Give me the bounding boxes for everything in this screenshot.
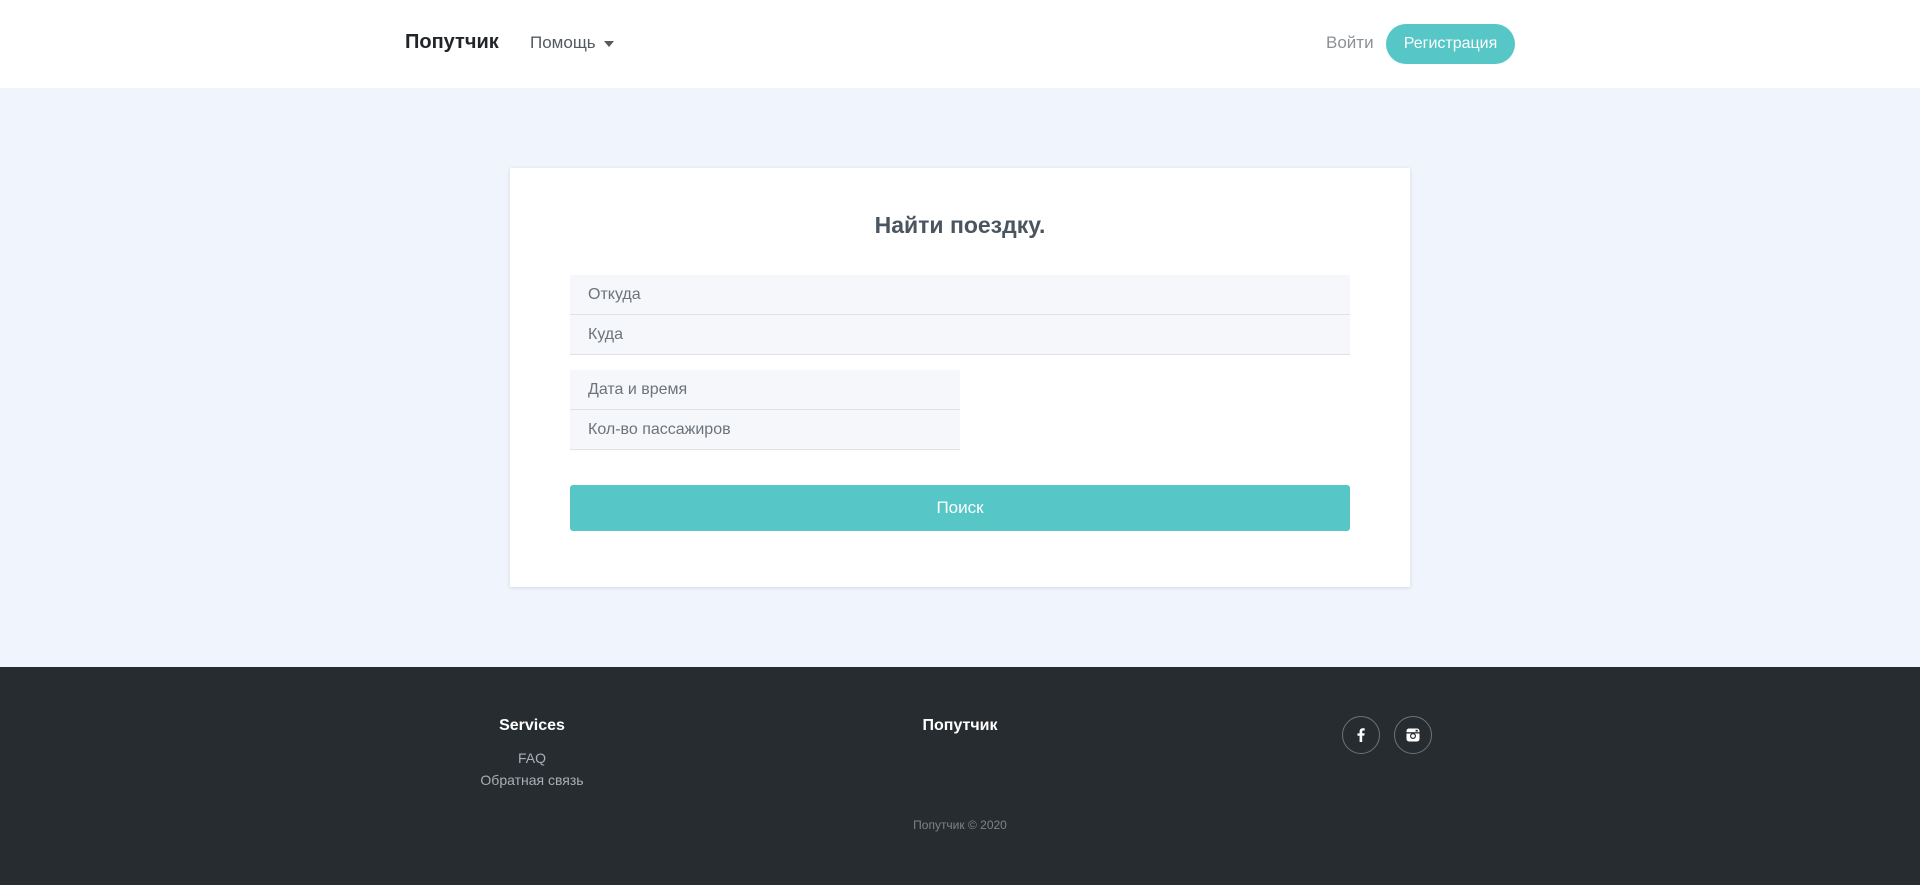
chevron-down-icon xyxy=(603,40,614,47)
footer-brand-title: Попутчик xyxy=(922,717,998,734)
help-dropdown-label: Помощь xyxy=(530,33,596,52)
login-link[interactable]: Войти xyxy=(1326,33,1374,53)
to-input[interactable] xyxy=(570,315,1350,355)
footer-link-feedback[interactable]: Обратная связь xyxy=(432,772,632,788)
instagram-button[interactable] xyxy=(1394,716,1432,754)
search-button[interactable]: Поиск xyxy=(570,485,1350,531)
from-input[interactable] xyxy=(570,275,1350,315)
facebook-icon xyxy=(1357,728,1365,742)
brand-logo[interactable]: Попутчик xyxy=(405,31,499,54)
footer-link-faq[interactable]: FAQ xyxy=(432,750,632,766)
trip-search-card: Найти поездку. Поиск xyxy=(510,168,1410,587)
footer: Services FAQ Обратная связь Попутчик Поп… xyxy=(0,667,1920,885)
top-navbar: Попутчик Помощь Войти Регистрация xyxy=(0,0,1920,88)
datetime-input[interactable] xyxy=(570,370,960,410)
facebook-button[interactable] xyxy=(1342,716,1380,754)
footer-services-title: Services xyxy=(499,717,565,734)
copyright-text: Попутчик © 2020 xyxy=(913,818,1007,832)
register-button[interactable]: Регистрация xyxy=(1386,24,1515,64)
instagram-icon xyxy=(1406,728,1420,742)
help-dropdown[interactable]: Помощь xyxy=(530,33,614,53)
page-title: Найти поездку. xyxy=(874,212,1046,238)
passengers-input[interactable] xyxy=(570,410,960,450)
